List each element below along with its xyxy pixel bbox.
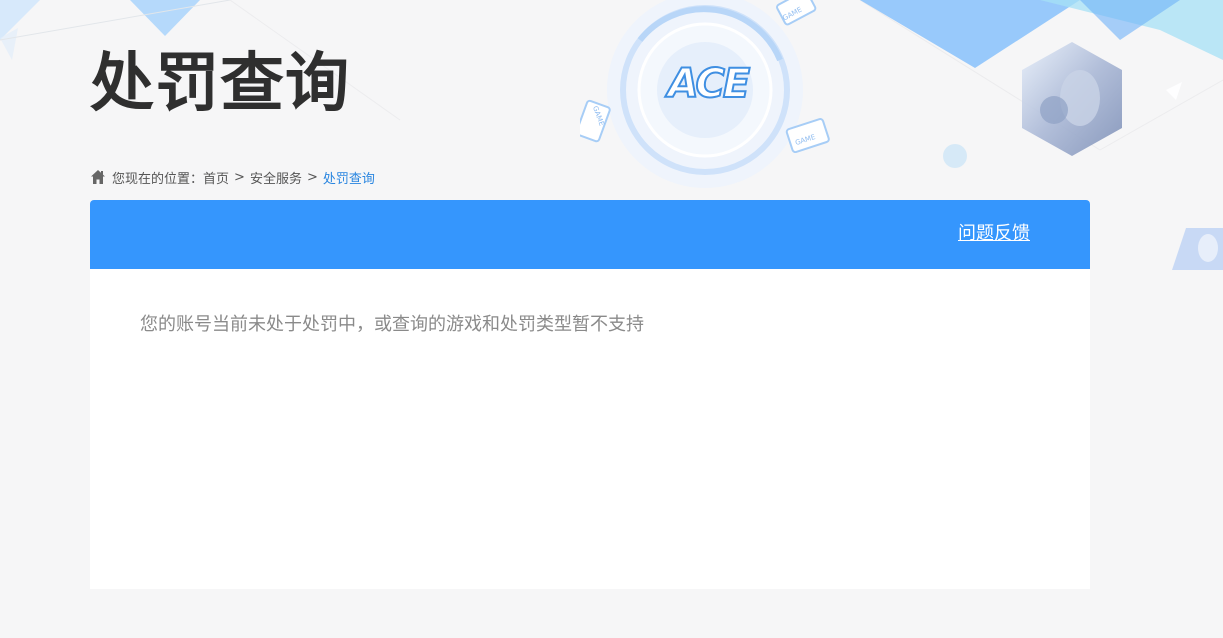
result-panel: 问题反馈 您的账号当前未处于处罚中，或查询的游戏和处罚类型暂不支持	[90, 200, 1090, 589]
page: ACE GAME GAME GAME 处罚查询 您现在的位置： 首页 > 安全服…	[0, 0, 1223, 638]
home-icon	[91, 170, 105, 184]
panel-header: 问题反馈	[90, 200, 1090, 269]
breadcrumb-current: 处罚查询	[322, 171, 375, 187]
breadcrumb-separator: >	[234, 169, 245, 185]
result-message: 您的账号当前未处于处罚中，或查询的游戏和处罚类型暂不支持	[140, 314, 644, 335]
ace-logo-text: ACE	[667, 60, 751, 108]
breadcrumb-prefix: 您现在的位置：	[112, 171, 204, 187]
breadcrumb-link-security-services[interactable]: 安全服务	[250, 168, 302, 187]
character-thumbnail-image	[1172, 228, 1223, 270]
feedback-link[interactable]: 问题反馈	[958, 222, 1030, 246]
breadcrumb-separator: >	[306, 169, 318, 185]
breadcrumb-link-home[interactable]: 首页	[203, 168, 229, 187]
page-title: 处罚查询	[90, 47, 350, 121]
breadcrumb: 您现在的位置： 首页 > 安全服务 > 处罚查询	[90, 167, 375, 187]
character-portrait-image	[1022, 42, 1122, 156]
